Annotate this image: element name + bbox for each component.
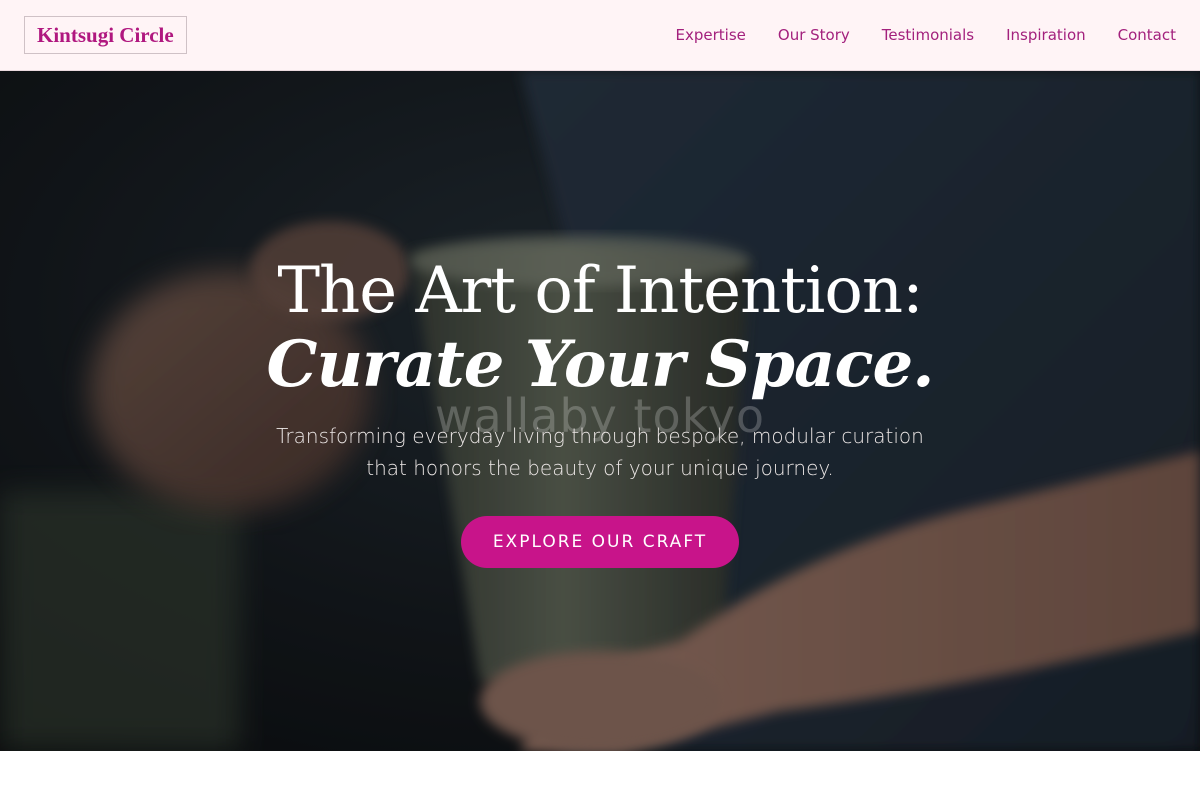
main-nav: Expertise Our Story Testimonials Inspira… bbox=[676, 26, 1176, 44]
nav-link-our-story[interactable]: Our Story bbox=[778, 26, 850, 44]
nav-link-inspiration[interactable]: Inspiration bbox=[1006, 26, 1086, 44]
explore-our-craft-button[interactable]: EXPLORE OUR CRAFT bbox=[460, 516, 740, 568]
site-header: Kintsugi Circle Expertise Our Story Test… bbox=[0, 0, 1200, 71]
nav-link-testimonials[interactable]: Testimonials bbox=[882, 26, 974, 44]
nav-link-expertise[interactable]: Expertise bbox=[676, 26, 746, 44]
hero-content: The Art of Intention: Curate Your Space.… bbox=[0, 254, 1200, 568]
logo[interactable]: Kintsugi Circle bbox=[24, 16, 187, 54]
hero-title-line-1: The Art of Intention: bbox=[277, 254, 923, 328]
hero-section: wallaby tokyo The Art of Intention: Cura… bbox=[0, 71, 1200, 751]
hero-title-line-2: Curate Your Space. bbox=[266, 327, 935, 402]
hero-subtitle: Transforming everyday living through bes… bbox=[276, 424, 924, 480]
nav-link-contact[interactable]: Contact bbox=[1118, 26, 1176, 44]
hero-title: The Art of Intention: Curate Your Space. bbox=[0, 254, 1200, 402]
